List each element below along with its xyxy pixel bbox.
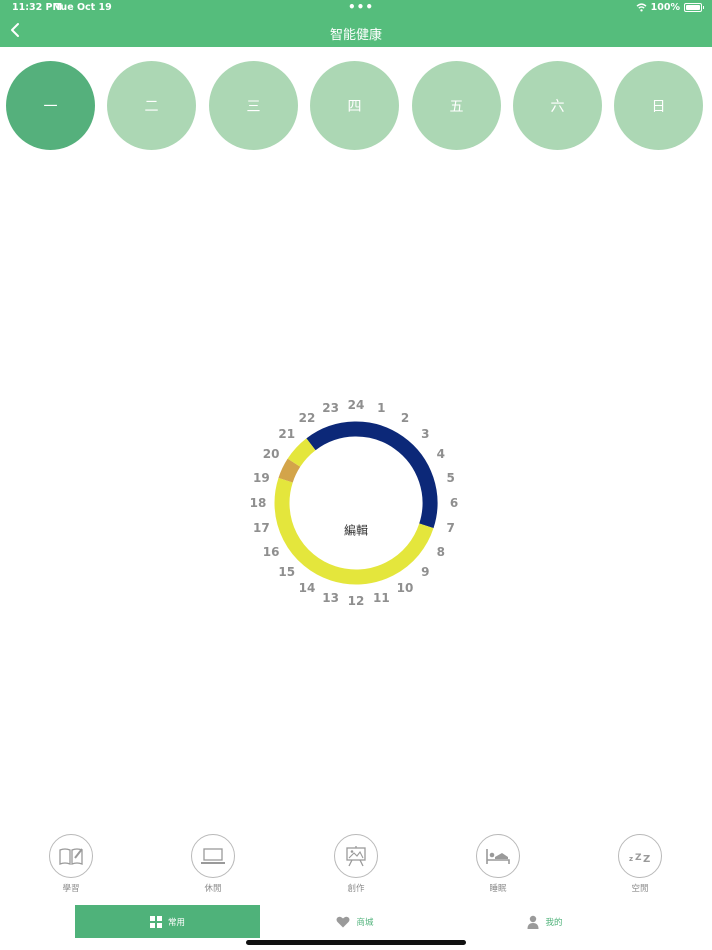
wifi-icon bbox=[636, 3, 647, 12]
hour-label-16: 16 bbox=[262, 545, 280, 559]
status-right: 100% bbox=[636, 2, 704, 13]
edit-schedule-button[interactable]: 編輯 bbox=[344, 522, 368, 539]
activity-leisure-label: 休閒 bbox=[204, 884, 222, 894]
activity-leisure-button[interactable]: 休閒 bbox=[183, 834, 243, 894]
hour-label-14: 14 bbox=[298, 580, 316, 595]
status-date: Tue Oct 19 bbox=[55, 2, 112, 13]
bottom-tab-bar: 常用 商城 我的 bbox=[0, 905, 712, 938]
hour-label-7: 7 bbox=[446, 521, 455, 536]
hour-label-5: 5 bbox=[446, 470, 455, 485]
daily-schedule-ring[interactable]: 編輯 24 1 2 3 4 5 6 7 8 9 10 11 12 13 14 15 16 17 18 19 20 21 22… bbox=[250, 398, 459, 608]
activity-create-circle bbox=[334, 834, 378, 878]
grid-icon bbox=[149, 915, 162, 928]
battery-percent: 100% bbox=[650, 2, 680, 13]
tab-common[interactable]: 常用 bbox=[75, 905, 260, 938]
tab-shop[interactable]: 商城 bbox=[260, 905, 450, 938]
activity-free-button[interactable]: z Z Z 空閒 bbox=[610, 834, 670, 894]
tab-profile[interactable]: 我的 bbox=[450, 905, 640, 938]
day-button-wed[interactable]: 三 bbox=[209, 61, 298, 150]
activity-picker: 學習 休閒 創作 睡眠 z Z Z 空閒 bbox=[0, 834, 712, 894]
hour-label-8: 8 bbox=[436, 545, 446, 559]
svg-text:z: z bbox=[629, 855, 633, 863]
bed-icon bbox=[486, 849, 510, 864]
ring-segment-2 bbox=[278, 458, 301, 483]
day-button-sun[interactable]: 日 bbox=[614, 61, 703, 150]
hour-label-15: 15 bbox=[278, 565, 296, 580]
hour-label-18: 18 bbox=[249, 496, 267, 510]
home-indicator bbox=[246, 940, 466, 945]
tab-profile-label: 我的 bbox=[545, 917, 563, 928]
hour-label-11: 11 bbox=[373, 590, 390, 605]
activity-study-label: 學習 bbox=[62, 884, 80, 894]
activity-create-button[interactable]: 創作 bbox=[326, 834, 386, 894]
hour-label-17: 17 bbox=[252, 521, 270, 536]
svg-text:Z: Z bbox=[643, 854, 650, 864]
hour-label-12: 12 bbox=[347, 594, 365, 608]
hour-label-9: 9 bbox=[421, 565, 430, 580]
hour-label-21: 21 bbox=[278, 426, 296, 441]
day-button-fri[interactable]: 五 bbox=[412, 61, 501, 150]
day-button-tue[interactable]: 二 bbox=[107, 61, 196, 150]
hour-label-24: 24 bbox=[347, 398, 365, 412]
hour-label-20: 20 bbox=[262, 447, 280, 461]
activity-create-label: 創作 bbox=[347, 884, 365, 894]
activity-sleep-label: 睡眠 bbox=[489, 884, 507, 894]
day-button-mon[interactable]: 一 bbox=[6, 61, 95, 150]
hour-label-23: 23 bbox=[322, 401, 339, 416]
hour-label-4: 4 bbox=[436, 447, 446, 461]
day-selector: 一 二 三 四 五 六 日 bbox=[0, 61, 712, 151]
hour-label-10: 10 bbox=[396, 580, 414, 595]
hour-label-13: 13 bbox=[322, 590, 339, 605]
navigation-header: 11:32 PM Tue Oct 19 ••• 100% 智能健康 bbox=[0, 0, 712, 47]
ring-segment-3 bbox=[287, 438, 316, 468]
hour-label-3: 3 bbox=[421, 426, 430, 441]
battery-icon bbox=[684, 3, 704, 12]
hour-label-2: 2 bbox=[400, 411, 410, 426]
tab-shop-label: 商城 bbox=[356, 917, 374, 928]
multitasking-dots[interactable]: ••• bbox=[348, 0, 374, 14]
zzz-icon: z Z Z bbox=[629, 853, 650, 864]
book-icon bbox=[59, 848, 83, 865]
svg-text:Z: Z bbox=[635, 853, 642, 863]
activity-sleep-circle bbox=[476, 834, 520, 878]
page-title: 智能健康 bbox=[329, 28, 382, 43]
day-button-thu[interactable]: 四 bbox=[310, 61, 399, 150]
activity-leisure-circle bbox=[191, 834, 235, 878]
laptop-icon bbox=[201, 848, 225, 864]
activity-study-button[interactable]: 學習 bbox=[41, 834, 101, 894]
hour-label-1: 1 bbox=[377, 401, 386, 416]
hour-label-19: 19 bbox=[252, 470, 270, 485]
activity-free-circle: z Z Z bbox=[618, 834, 662, 878]
hour-label-22: 22 bbox=[298, 411, 316, 426]
hour-label-6: 6 bbox=[449, 496, 459, 510]
activity-free-label: 空閒 bbox=[631, 884, 649, 894]
easel-icon bbox=[346, 846, 366, 867]
heart-icon bbox=[336, 916, 350, 927]
activity-sleep-button[interactable]: 睡眠 bbox=[468, 834, 528, 894]
activity-study-circle bbox=[49, 834, 93, 878]
tab-common-label: 常用 bbox=[167, 917, 185, 928]
user-icon bbox=[527, 915, 539, 929]
ring-segment-0 bbox=[306, 421, 438, 529]
day-button-sat[interactable]: 六 bbox=[513, 61, 602, 150]
